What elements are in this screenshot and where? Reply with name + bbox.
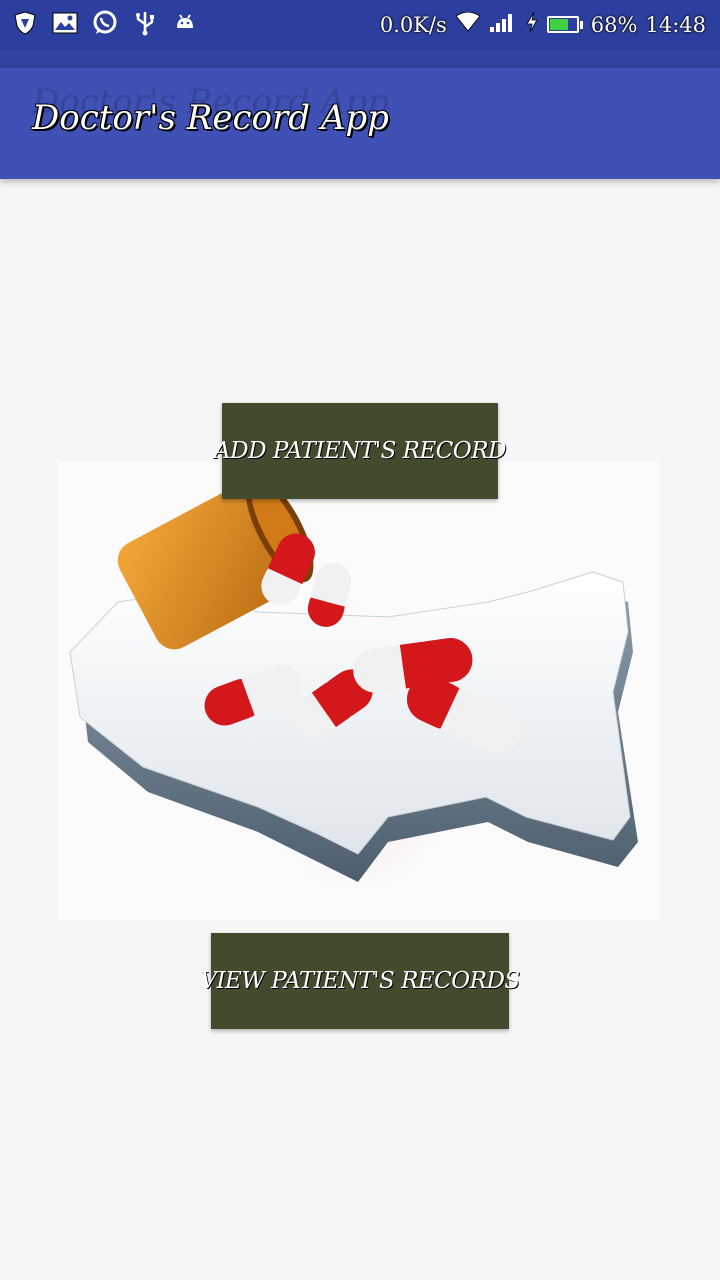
status-bar: 0.0K/s 68% 14:48 — [0, 0, 720, 68]
signal-icon — [489, 11, 517, 38]
app-bar: Doctor's Record App Doctor's Record App — [0, 68, 720, 179]
view-patient-records-label: VIEW PATIENT'S RECORDS — [200, 968, 520, 994]
system-indicators: 0.0K/s 68% 14:48 — [380, 11, 706, 38]
usb-icon — [132, 10, 158, 36]
shield-icon — [12, 10, 38, 36]
battery-icon — [546, 16, 583, 33]
network-speed: 0.0K/s — [379, 12, 447, 37]
view-patient-records-button[interactable]: VIEW PATIENT'S RECORDS — [200, 933, 520, 1029]
gallery-icon — [52, 10, 78, 36]
clock: 14:48 — [645, 12, 706, 37]
app-title: Doctor's Record App — [32, 98, 389, 138]
notification-icons — [12, 10, 198, 36]
android-icon — [172, 10, 198, 36]
battery-percent: 68% — [590, 12, 638, 37]
hero-image-pills-on-map — [58, 462, 660, 920]
add-patient-record-label: ADD PATIENT'S RECORD — [214, 438, 506, 464]
add-patient-record-button[interactable]: ADD PATIENT'S RECORD — [214, 403, 506, 499]
wifi-icon — [455, 11, 481, 37]
whatsapp-icon — [92, 10, 118, 36]
charging-icon — [525, 11, 539, 38]
